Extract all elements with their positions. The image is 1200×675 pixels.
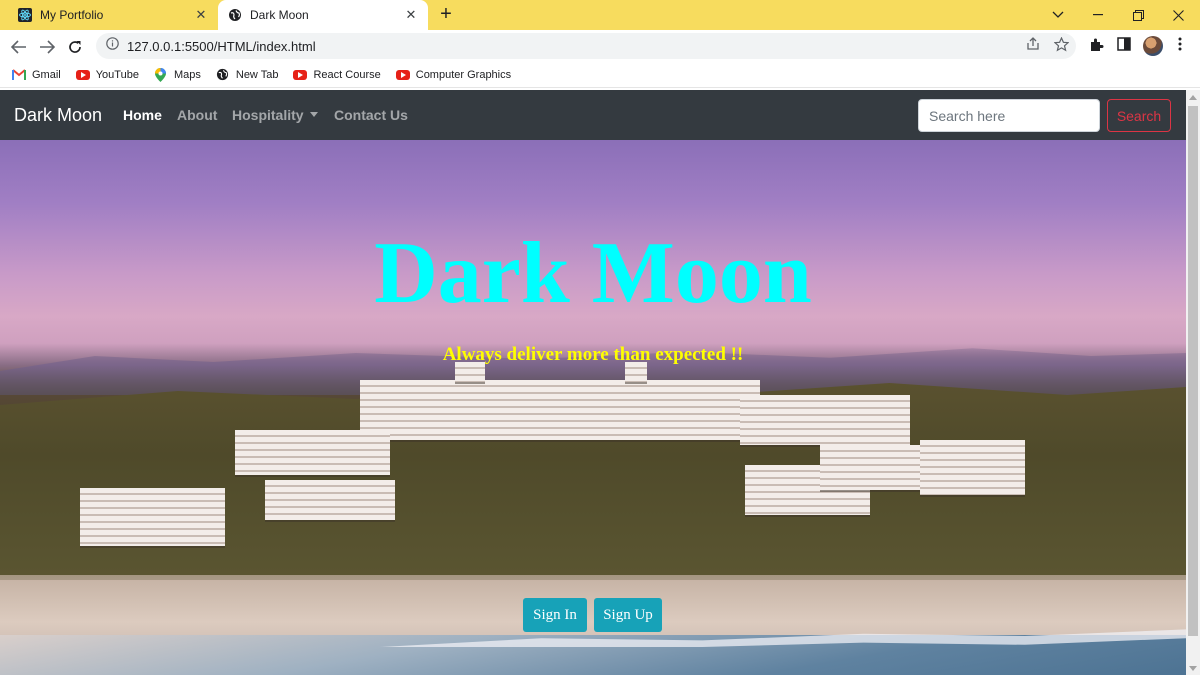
hotel-building xyxy=(820,445,920,490)
new-tab-button[interactable]: + xyxy=(436,4,456,25)
scroll-down-arrow-icon[interactable] xyxy=(1186,661,1200,675)
browser-tab-strip: My Portfolio ✕ Dark Moon ✕ + xyxy=(0,0,1200,30)
tab-title: My Portfolio xyxy=(40,8,104,22)
tab-title: Dark Moon xyxy=(250,8,309,22)
maps-icon xyxy=(154,67,168,82)
globe-icon xyxy=(228,8,242,22)
hero-subtitle: Always deliver more than expected !! xyxy=(442,344,744,365)
nav-home[interactable]: Home xyxy=(123,107,162,123)
back-arrow-icon[interactable] xyxy=(8,36,30,58)
globe-icon xyxy=(216,68,230,82)
hero-title: Dark Moon xyxy=(374,225,812,322)
minimize-button[interactable] xyxy=(1078,0,1118,30)
tab-my-portfolio[interactable]: My Portfolio ✕ xyxy=(8,0,218,30)
restore-button[interactable] xyxy=(1118,0,1158,30)
info-icon[interactable] xyxy=(106,37,119,55)
bookmark-label: New Tab xyxy=(235,68,279,81)
extensions-icon[interactable] xyxy=(1086,34,1106,54)
youtube-icon xyxy=(293,68,308,82)
hero-section: Dark Moon Always deliver more than expec… xyxy=(0,140,1186,675)
bookmark-label: YouTube xyxy=(95,68,139,81)
address-bar: 127.0.0.1:5500/HTML/index.html xyxy=(0,30,1200,62)
site-navbar: Dark Moon Home About Hospitality Contact… xyxy=(0,90,1186,140)
reload-icon[interactable] xyxy=(64,36,86,58)
bookmark-computer-graphics[interactable]: Computer Graphics xyxy=(395,68,512,82)
star-icon[interactable] xyxy=(1051,34,1071,54)
nav-hospitality-label: Hospitality xyxy=(232,107,304,123)
bookmark-label: Gmail xyxy=(32,68,61,81)
tab-search-chevron-icon[interactable] xyxy=(1038,0,1078,30)
profile-avatar[interactable] xyxy=(1143,36,1163,56)
bookmark-label: Computer Graphics xyxy=(415,68,512,81)
nav-contact-us[interactable]: Contact Us xyxy=(334,107,408,123)
bookmark-label: React Course xyxy=(313,68,381,81)
side-panel-icon[interactable] xyxy=(1114,34,1134,54)
share-icon[interactable] xyxy=(1023,34,1043,54)
page-scrollbar[interactable] xyxy=(1186,90,1200,675)
bookmark-youtube[interactable]: YouTube xyxy=(75,68,139,82)
hotel-building xyxy=(80,488,225,546)
scroll-up-arrow-icon[interactable] xyxy=(1186,90,1200,104)
caret-down-icon xyxy=(309,112,318,117)
search-button[interactable]: Search xyxy=(1107,99,1171,132)
kebab-menu-icon[interactable] xyxy=(1170,34,1190,54)
page-viewport: Dark Moon Home About Hospitality Contact… xyxy=(0,90,1186,675)
hotel-building xyxy=(235,430,390,475)
gmail-icon xyxy=(12,68,26,82)
close-icon[interactable]: ✕ xyxy=(404,7,418,22)
close-icon[interactable]: ✕ xyxy=(194,7,208,22)
sign-in-button[interactable]: Sign In xyxy=(523,598,587,632)
hotel-building xyxy=(265,480,395,520)
bookmark-new-tab[interactable]: New Tab xyxy=(216,68,279,82)
bookmark-maps[interactable]: Maps xyxy=(154,67,201,82)
scrollbar-thumb[interactable] xyxy=(1188,106,1198,636)
search-input[interactable] xyxy=(918,99,1100,132)
close-window-button[interactable] xyxy=(1158,0,1198,30)
bookmark-react-course[interactable]: React Course xyxy=(293,68,381,82)
nav-about[interactable]: About xyxy=(177,107,217,123)
bookmark-label: Maps xyxy=(173,68,201,81)
bookmarks-bar: Gmail YouTube Maps New Tab React Course … xyxy=(0,62,1200,88)
tab-dark-moon[interactable]: Dark Moon ✕ xyxy=(218,0,428,30)
react-icon xyxy=(18,8,32,22)
youtube-icon xyxy=(75,68,90,82)
hotel-building xyxy=(360,380,760,440)
hotel-building xyxy=(740,395,910,445)
omnibox[interactable]: 127.0.0.1:5500/HTML/index.html xyxy=(96,33,1076,59)
hotel-building xyxy=(920,440,1025,495)
forward-arrow-icon[interactable] xyxy=(36,36,58,58)
nav-hospitality-dropdown[interactable]: Hospitality xyxy=(232,107,318,123)
url-text: 127.0.0.1:5500/HTML/index.html xyxy=(127,38,316,54)
sign-up-button[interactable]: Sign Up xyxy=(594,598,662,632)
navbar-brand[interactable]: Dark Moon xyxy=(14,105,102,126)
youtube-icon xyxy=(395,68,410,82)
bookmark-gmail[interactable]: Gmail xyxy=(12,68,61,82)
